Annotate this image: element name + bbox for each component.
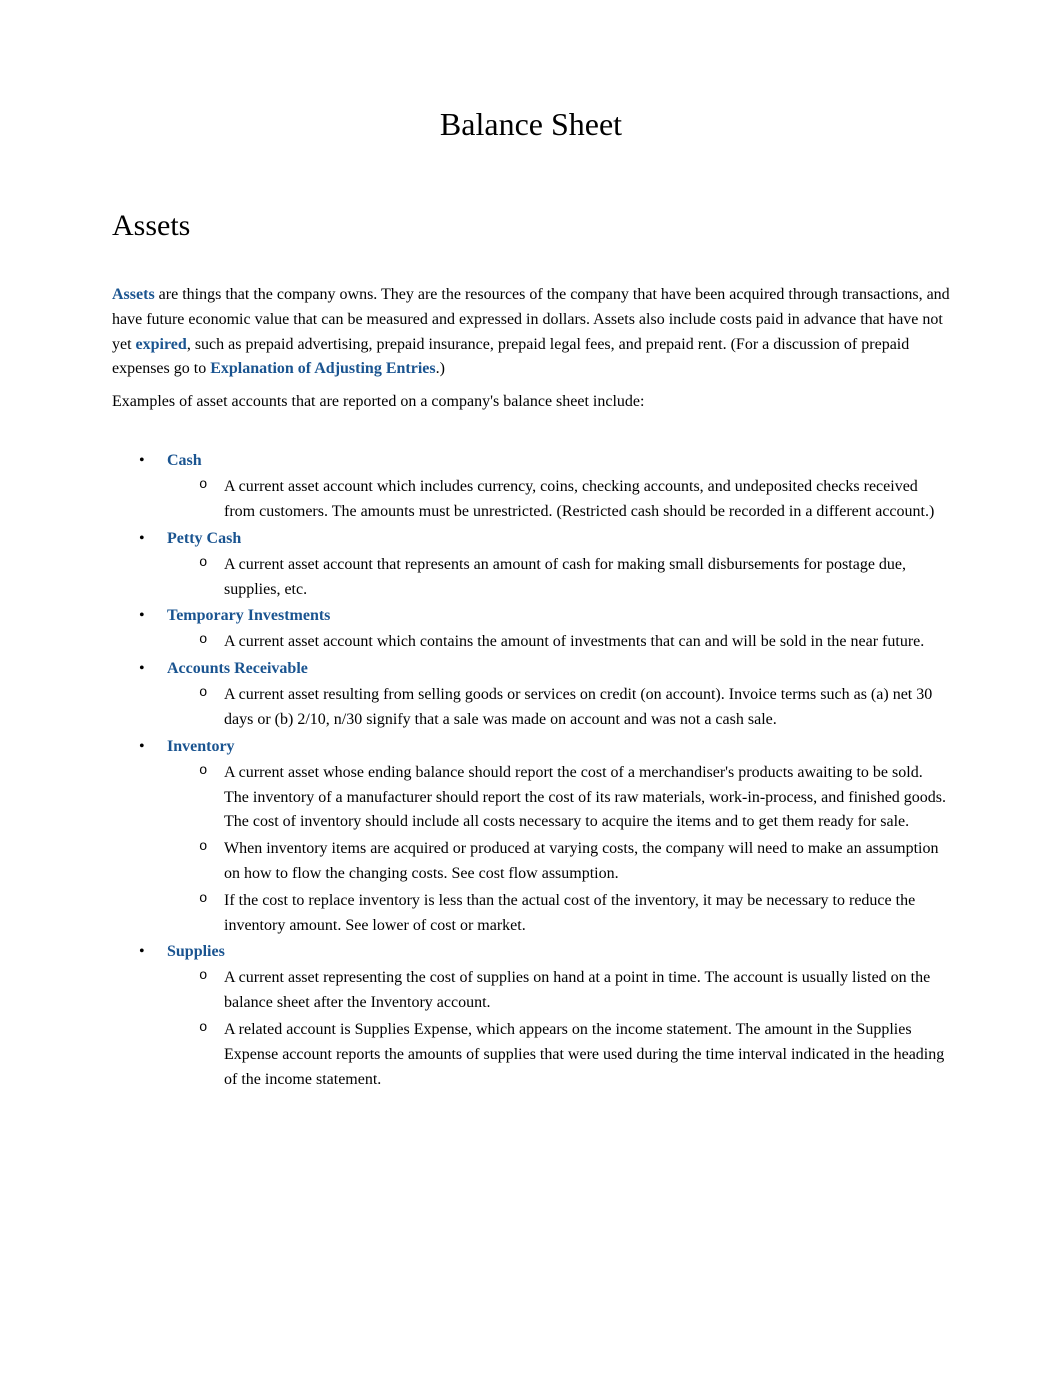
description-item: A related account is Supplies Expense, w…: [199, 1018, 950, 1092]
description-item: A current asset representing the cost of…: [199, 966, 950, 1016]
list-item-accounts-receivable: Accounts Receivable A current asset resu…: [147, 657, 950, 733]
inner-list: A current asset account which contains t…: [167, 630, 950, 655]
intro-text-3: .): [436, 360, 445, 377]
inner-list: A current asset whose ending balance sho…: [167, 761, 950, 939]
page-title: Balance Sheet: [112, 100, 950, 148]
inner-list: A current asset resulting from selling g…: [167, 683, 950, 733]
list-item-cash: Cash A current asset account which inclu…: [147, 449, 950, 525]
description-item: A current asset account which includes c…: [199, 475, 950, 525]
section-heading-assets: Assets: [112, 203, 950, 248]
list-item-petty-cash: Petty Cash A current asset account that …: [147, 527, 950, 603]
list-item-supplies: Supplies A current asset representing th…: [147, 940, 950, 1092]
description-item: A current asset whose ending balance sho…: [199, 761, 950, 835]
link-supplies[interactable]: Supplies: [167, 940, 225, 964]
link-explanation-adjusting-entries[interactable]: Explanation of Adjusting Entries: [210, 360, 435, 377]
link-accounts-receivable[interactable]: Accounts Receivable: [167, 657, 308, 681]
description-item: If the cost to replace inventory is less…: [199, 889, 950, 939]
description-item: A current asset account that represents …: [199, 553, 950, 603]
description-item: A current asset resulting from selling g…: [199, 683, 950, 733]
link-assets[interactable]: Assets: [112, 286, 155, 303]
description-item: A current asset account which contains t…: [199, 630, 950, 655]
inner-list: A current asset representing the cost of…: [167, 966, 950, 1092]
list-item-inventory: Inventory A current asset whose ending b…: [147, 735, 950, 939]
link-petty-cash[interactable]: Petty Cash: [167, 527, 241, 551]
link-expired[interactable]: expired: [136, 336, 187, 353]
asset-accounts-list: Cash A current asset account which inclu…: [112, 449, 950, 1092]
inner-list: A current asset account that represents …: [167, 553, 950, 603]
intro-paragraph: Assets are things that the company owns.…: [112, 283, 950, 382]
inner-list: A current asset account which includes c…: [167, 475, 950, 525]
link-temporary-investments[interactable]: Temporary Investments: [167, 604, 330, 628]
link-inventory[interactable]: Inventory: [167, 735, 235, 759]
list-item-temporary-investments: Temporary Investments A current asset ac…: [147, 604, 950, 655]
link-cash[interactable]: Cash: [167, 449, 202, 473]
examples-intro: Examples of asset accounts that are repo…: [112, 390, 950, 414]
description-item: When inventory items are acquired or pro…: [199, 837, 950, 887]
